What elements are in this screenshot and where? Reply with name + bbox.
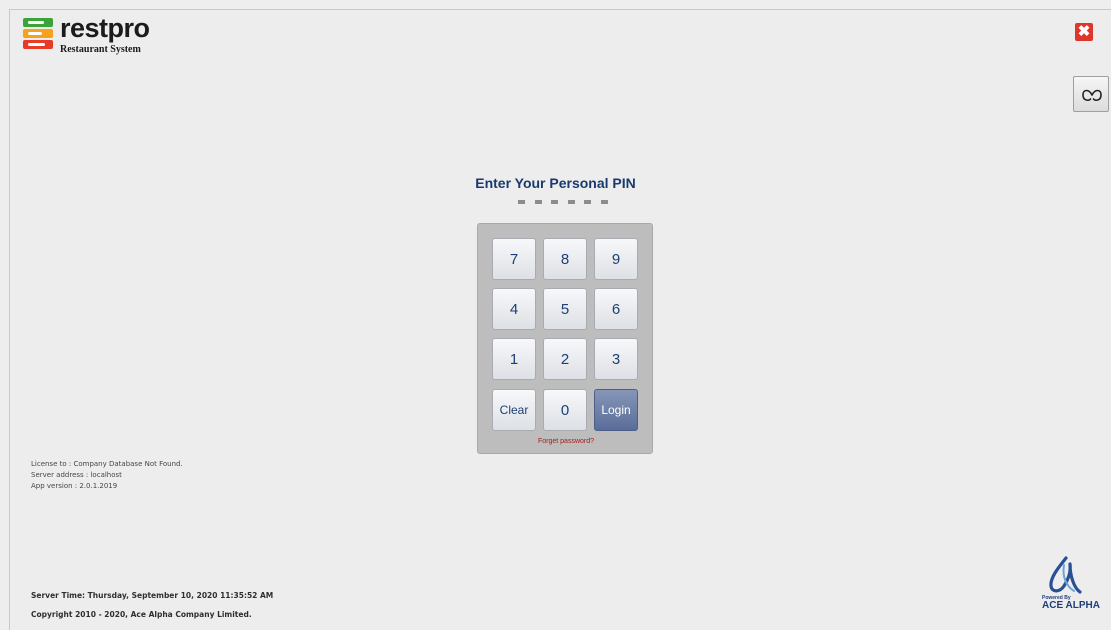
forget-password-link[interactable]: Forget password?	[478, 438, 654, 445]
close-icon: ✖	[1077, 23, 1091, 40]
powered-by-brand: Powered By ACE ALPHA	[1036, 556, 1100, 614]
pin-dot	[551, 200, 559, 204]
pin-dot	[567, 200, 575, 204]
loop-button[interactable]	[1073, 76, 1109, 112]
pin-dot	[584, 200, 592, 204]
pin-dot	[534, 200, 542, 204]
key-3[interactable]: 3	[594, 338, 638, 380]
pin-dot	[518, 200, 525, 204]
pin-keypad: 7 8 9 4 5 6 1 2 3 Clear 0 Login Forget p…	[477, 223, 653, 454]
copyright: Copyright 2010 - 2020, Ace Alpha Company…	[31, 610, 252, 619]
server-time: Server Time: Thursday, September 10, 202…	[31, 591, 274, 600]
key-8[interactable]: 8	[543, 238, 587, 280]
pin-title: Enter Your Personal PIN	[475, 175, 636, 191]
clear-button[interactable]: Clear	[492, 389, 536, 431]
login-button[interactable]: Login	[594, 389, 638, 431]
company-name: ACE ALPHA	[1042, 600, 1100, 611]
key-4[interactable]: 4	[492, 288, 536, 330]
restpro-logo: restpro Restaurant System	[23, 13, 173, 61]
key-6[interactable]: 6	[594, 288, 638, 330]
key-1[interactable]: 1	[492, 338, 536, 380]
close-button[interactable]: ✖	[1075, 23, 1093, 41]
logo-name: restpro	[60, 13, 150, 43]
key-9[interactable]: 9	[594, 238, 638, 280]
loop-icon	[1082, 89, 1102, 101]
system-info: License to : Company Database Not Found.…	[31, 459, 183, 492]
key-2[interactable]: 2	[543, 338, 587, 380]
key-5[interactable]: 5	[543, 288, 587, 330]
key-0[interactable]: 0	[543, 389, 587, 431]
app-version-info: App version : 2.0.1.2019	[31, 482, 118, 490]
key-7[interactable]: 7	[492, 238, 536, 280]
pin-dot	[600, 200, 608, 204]
license-info: License to : Company Database Not Found.	[31, 460, 183, 468]
pin-display	[518, 200, 608, 205]
alpha-logo-icon	[1049, 556, 1082, 594]
restpro-logo-icon	[23, 18, 53, 49]
logo-subtitle: Restaurant System	[60, 44, 141, 55]
server-address-info: Server address : localhost	[31, 471, 122, 479]
